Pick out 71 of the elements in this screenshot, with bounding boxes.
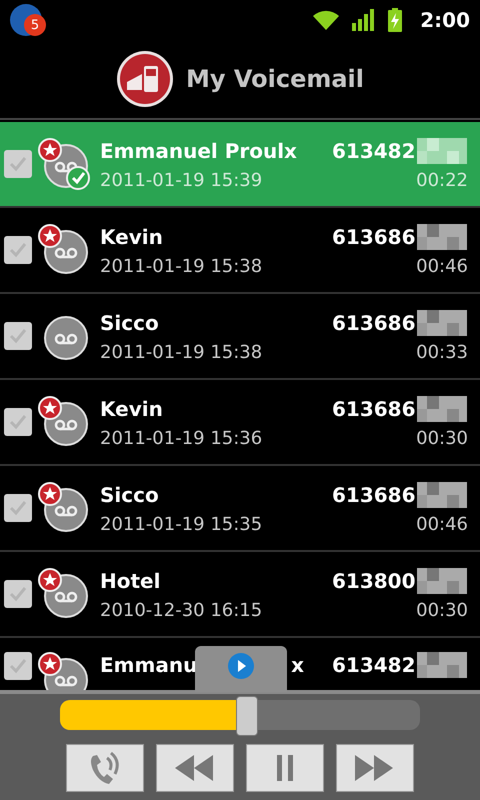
check-icon: [9, 658, 27, 674]
message-duration: 00:33: [416, 342, 468, 362]
checkbox[interactable]: [4, 236, 32, 264]
blurred-digits: [416, 138, 466, 164]
caller-name: Kevin: [100, 224, 164, 248]
phone-number: 613800: [332, 568, 416, 592]
checkbox[interactable]: [4, 150, 32, 178]
caller-name: Emmanuel Proulx: [100, 138, 298, 162]
voicemail-item[interactable]: Kevin 613686 2011-01-19 15:38 00:46: [0, 208, 480, 294]
checkbox[interactable]: [4, 580, 32, 608]
voicemail-app-icon: [116, 50, 174, 108]
pause-button[interactable]: [246, 744, 324, 792]
message-date: 2010-12-30 16:15: [100, 600, 262, 620]
phone-number: 613686: [332, 482, 416, 506]
message-duration: 00:30: [416, 428, 468, 448]
blurred-digits: [416, 224, 466, 250]
caller-name: Kevin: [100, 396, 164, 420]
message-date: 2011-01-19 15:36: [100, 428, 262, 448]
caller-name: Hotel: [100, 568, 162, 592]
message-duration: 00:46: [416, 256, 468, 276]
checkbox[interactable]: [4, 494, 32, 522]
voicemail-item[interactable]: Hotel 613800 2010-12-30 16:15 00:30: [0, 552, 480, 638]
battery-charging-icon: [388, 8, 402, 32]
phone-number: 613686: [332, 224, 416, 248]
phone-number: 613686: [332, 310, 416, 334]
check-icon: [9, 414, 27, 430]
app-title: My Voicemail: [186, 65, 364, 93]
message-date: 2011-01-19 15:35: [100, 514, 262, 534]
caller-name: x: [291, 653, 304, 677]
blurred-digits: [416, 396, 466, 422]
wifi-icon: [312, 9, 340, 31]
fast-forward-button[interactable]: [336, 744, 414, 792]
rewind-button[interactable]: [156, 744, 234, 792]
check-icon: [9, 586, 27, 602]
check-icon: [9, 328, 27, 344]
checkbox[interactable]: [4, 652, 32, 680]
slider-thumb[interactable]: [236, 696, 258, 736]
notification-count: 5: [24, 14, 46, 36]
message-date: 2011-01-19 15:38: [100, 342, 262, 362]
rewind-icon: [175, 755, 215, 781]
check-icon: [9, 242, 27, 258]
speaker-call-button[interactable]: [66, 744, 144, 792]
fast-forward-icon: [355, 755, 395, 781]
message-date: 2011-01-19 15:38: [100, 256, 262, 276]
drawer-handle[interactable]: [195, 646, 287, 692]
voicemail-item[interactable]: Sicco 613686 2011-01-19 15:35 00:46: [0, 466, 480, 552]
voicemail-item[interactable]: Kevin 613686 2011-01-19 15:36 00:30: [0, 380, 480, 466]
progress-slider[interactable]: [60, 696, 420, 734]
caller-name: Sicco: [100, 482, 160, 506]
checkbox[interactable]: [4, 408, 32, 436]
signal-icon: [352, 9, 376, 31]
clock-time: 2:00: [420, 8, 470, 32]
blurred-digits: [416, 310, 466, 336]
phone-number: 613482: [332, 138, 416, 162]
phone-number: 613482: [332, 653, 416, 677]
blurred-digits: [416, 652, 466, 678]
message-duration: 00:30: [416, 600, 468, 620]
pause-icon: [275, 755, 295, 781]
caller-name: Sicco: [100, 310, 160, 334]
voicemail-item[interactable]: Sicco 613686 2011-01-19 15:38 00:33: [0, 294, 480, 380]
caller-name: Emmanu: [100, 653, 198, 677]
message-date: 2011-01-19 15:39: [100, 170, 262, 190]
blurred-digits: [416, 482, 466, 508]
phone-number: 613686: [332, 396, 416, 420]
message-duration: 00:22: [416, 170, 468, 190]
message-duration: 00:46: [416, 514, 468, 534]
play-icon: [227, 652, 255, 680]
check-icon: [9, 500, 27, 516]
blurred-digits: [416, 568, 466, 594]
checkbox[interactable]: [4, 322, 32, 350]
check-icon: [9, 156, 27, 172]
